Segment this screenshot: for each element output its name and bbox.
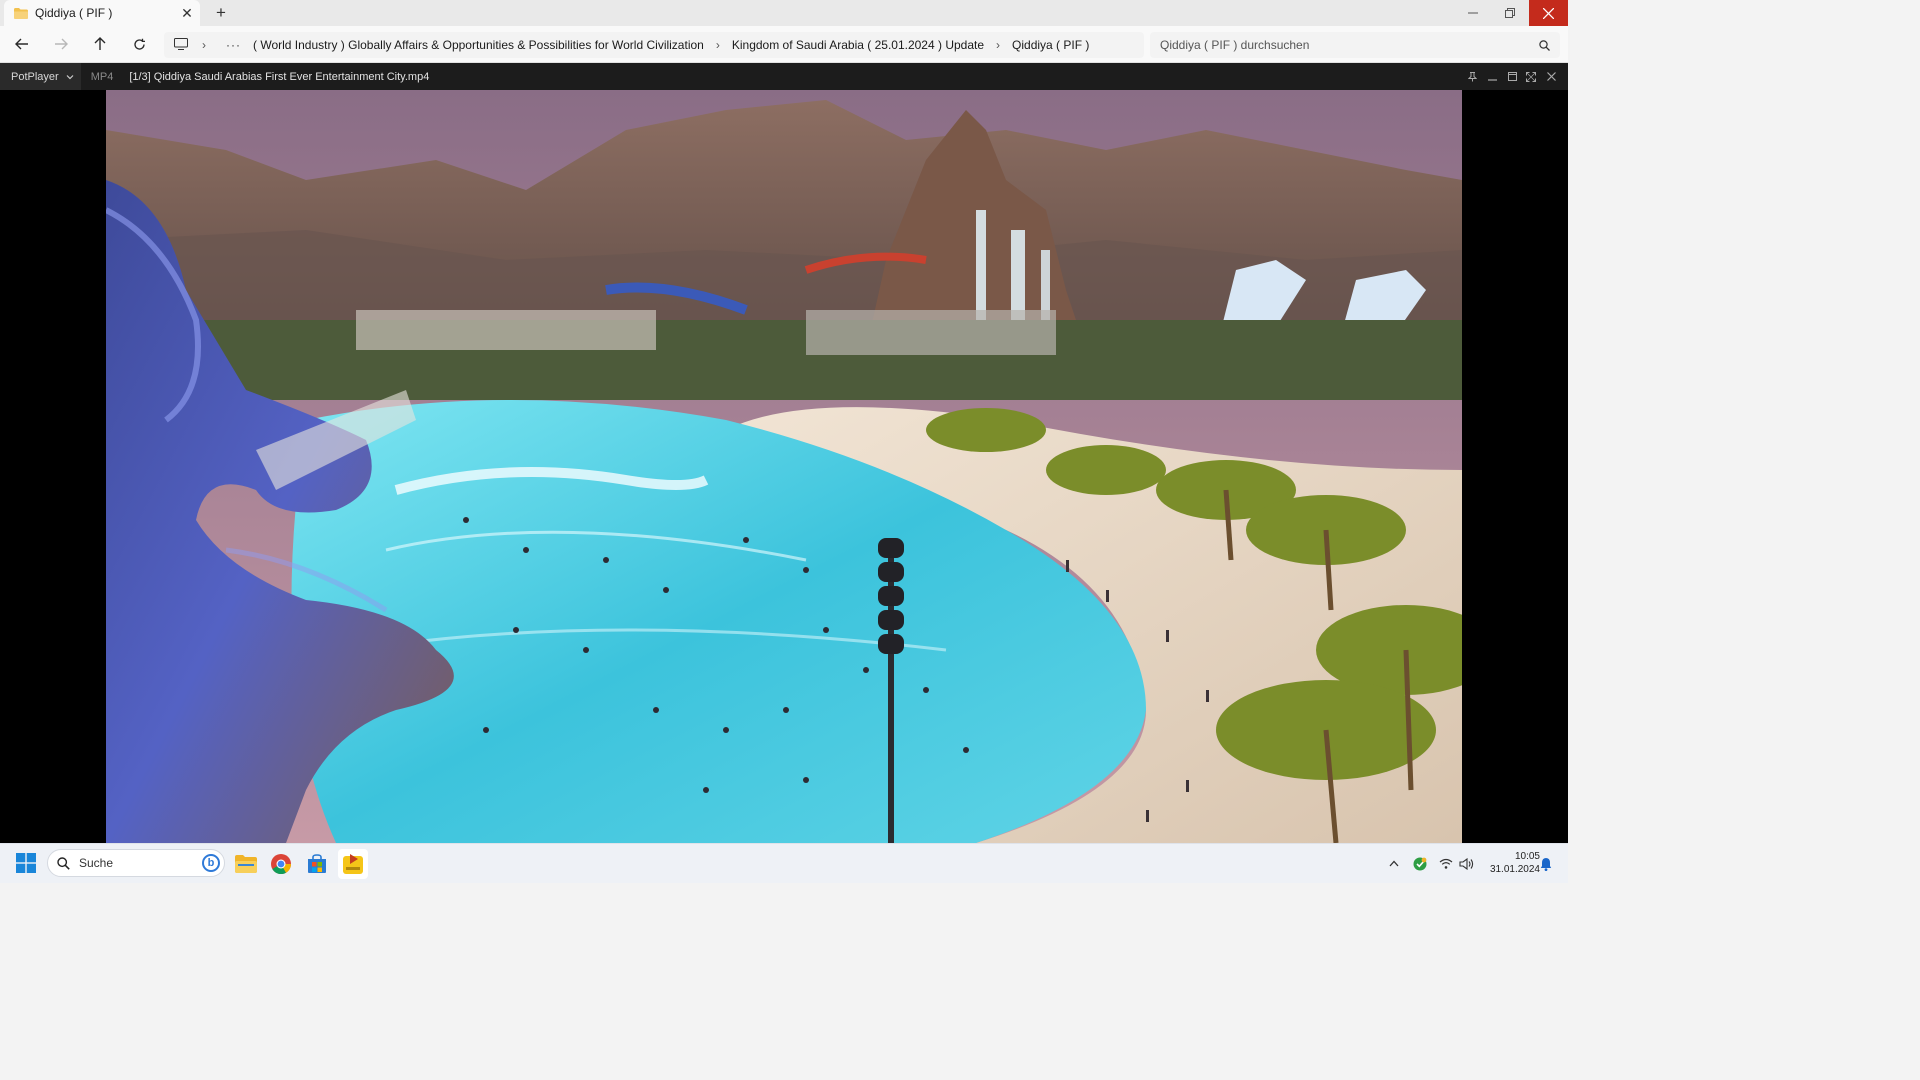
window-minimize-button[interactable] bbox=[1454, 0, 1492, 26]
arrow-right-icon bbox=[55, 38, 68, 50]
forward-button[interactable] bbox=[49, 32, 73, 56]
wifi-icon[interactable] bbox=[1436, 844, 1456, 883]
chrome-icon[interactable] bbox=[266, 849, 296, 879]
breadcrumb-item[interactable]: ( World Industry ) Globally Affairs & Op… bbox=[253, 38, 704, 52]
address-row: › ··· ( World Industry ) Globally Affair… bbox=[0, 26, 1568, 63]
minimize-icon bbox=[1468, 12, 1478, 14]
chevron-right-icon: › bbox=[715, 38, 720, 52]
bing-icon[interactable]: b bbox=[202, 854, 220, 872]
volume-icon[interactable] bbox=[1456, 844, 1476, 883]
player-close-button[interactable] bbox=[1541, 63, 1561, 90]
breadcrumb-overflow[interactable]: ··· bbox=[226, 38, 241, 52]
file-format: MP4 bbox=[90, 70, 114, 83]
player-minimize-button[interactable] bbox=[1482, 63, 1502, 90]
system-clock[interactable]: 10:05 31.01.2024 bbox=[1478, 850, 1540, 876]
window-close-button[interactable] bbox=[1529, 0, 1568, 26]
minimize-icon bbox=[1487, 79, 1497, 81]
restore-icon bbox=[1505, 8, 1515, 18]
refresh-icon bbox=[133, 38, 145, 50]
breadcrumb-item-current[interactable]: Qiddiya ( PIF ) bbox=[1012, 38, 1089, 52]
water-park-scene bbox=[106, 90, 1462, 843]
tray-overflow-chevron[interactable] bbox=[1384, 844, 1404, 883]
arrow-left-icon bbox=[15, 38, 28, 50]
pin-icon bbox=[1467, 71, 1477, 81]
window-restore-button[interactable] bbox=[1491, 0, 1529, 26]
breadcrumb-item[interactable]: Kingdom of Saudi Arabia ( 25.01.2024 ) U… bbox=[732, 38, 984, 52]
player-title-bar: PotPlayer MP4 [1/3] Qiddiya Saudi Arabia… bbox=[0, 63, 1568, 90]
folder-search-input[interactable]: Qiddiya ( PIF ) durchsuchen bbox=[1150, 32, 1560, 58]
taskbar-search-label: Suche bbox=[79, 856, 114, 870]
search-icon bbox=[1539, 39, 1550, 51]
video-frame[interactable] bbox=[106, 90, 1462, 843]
microsoft-store-icon[interactable] bbox=[302, 849, 332, 879]
tab-title: Qiddiya ( PIF ) bbox=[35, 6, 113, 20]
chevron-right-icon: › bbox=[996, 38, 1001, 52]
potplayer-menu-button[interactable]: PotPlayer bbox=[0, 63, 81, 90]
up-button[interactable] bbox=[88, 32, 112, 56]
security-shield-icon[interactable] bbox=[1410, 844, 1430, 883]
taskbar: Suche b 10:05 31.01.2024 bbox=[0, 843, 1568, 883]
chevron-down-icon bbox=[66, 74, 74, 79]
folder-icon bbox=[14, 7, 28, 19]
potplayer-icon[interactable] bbox=[338, 849, 368, 879]
chevron-right-icon: › bbox=[202, 38, 206, 52]
file-title: [1/3] Qiddiya Saudi Arabias First Ever E… bbox=[129, 70, 430, 83]
title-bar: Qiddiya ( PIF ) ✕ + bbox=[0, 0, 1568, 26]
fullscreen-icon bbox=[1526, 71, 1536, 82]
file-explorer-icon[interactable] bbox=[231, 849, 261, 879]
taskbar-search-input[interactable]: Suche b bbox=[47, 849, 225, 877]
monitor-icon bbox=[174, 37, 190, 53]
new-tab-button[interactable]: + bbox=[210, 2, 232, 24]
close-icon bbox=[1543, 7, 1554, 19]
potplayer-window: PotPlayer MP4 [1/3] Qiddiya Saudi Arabia… bbox=[0, 63, 1568, 843]
clock-date: 31.01.2024 bbox=[1489, 864, 1540, 875]
back-button[interactable] bbox=[10, 32, 34, 56]
search-icon bbox=[57, 856, 70, 870]
clock-time: 10:05 bbox=[1514, 851, 1540, 862]
notification-bell-icon[interactable] bbox=[1537, 844, 1555, 883]
chevron-up-icon bbox=[1389, 860, 1399, 867]
tab-close-icon[interactable]: ✕ bbox=[174, 5, 200, 22]
pin-button[interactable] bbox=[1462, 63, 1482, 90]
player-maximize-button[interactable] bbox=[1502, 63, 1522, 90]
breadcrumb[interactable]: › ··· ( World Industry ) Globally Affair… bbox=[164, 32, 1144, 58]
windows-start-icon[interactable] bbox=[16, 853, 36, 873]
close-icon bbox=[1546, 72, 1556, 81]
app-name: PotPlayer bbox=[11, 70, 59, 83]
search-placeholder: Qiddiya ( PIF ) durchsuchen bbox=[1160, 38, 1310, 52]
player-fullscreen-button[interactable] bbox=[1521, 63, 1541, 90]
explorer-tab[interactable]: Qiddiya ( PIF ) ✕ bbox=[4, 0, 200, 26]
arrow-up-icon bbox=[94, 37, 106, 50]
maximize-icon bbox=[1507, 72, 1517, 81]
refresh-button[interactable] bbox=[127, 32, 151, 56]
